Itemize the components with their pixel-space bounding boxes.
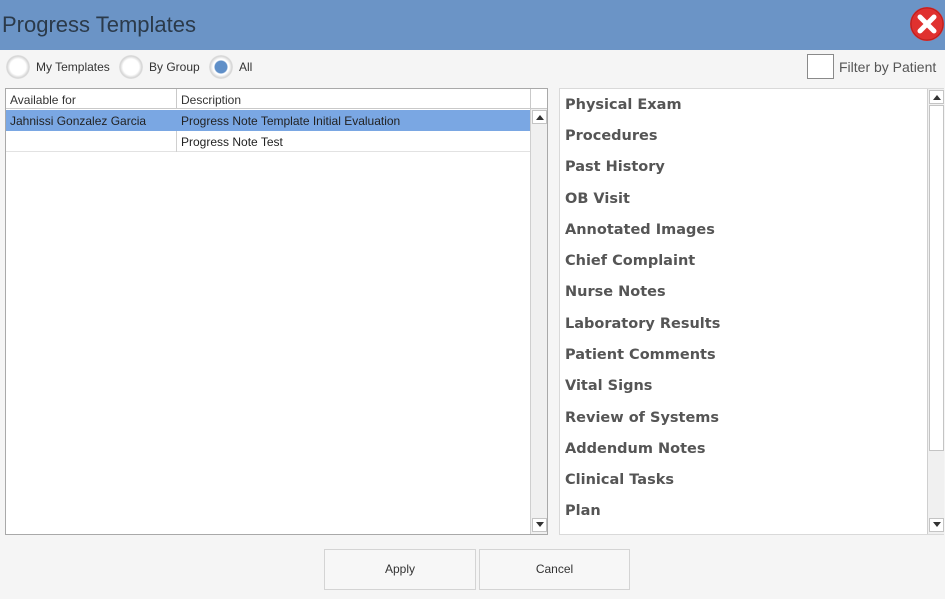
list-item[interactable]: Annotated Images: [565, 222, 715, 238]
list-item[interactable]: Addendum Notes: [565, 441, 706, 457]
close-icon: [910, 7, 944, 41]
header-corner: [530, 89, 547, 109]
column-header-available-for[interactable]: Available for: [6, 89, 177, 109]
list-item[interactable]: Nurse Notes: [565, 284, 666, 300]
cell-available-for: [6, 131, 177, 152]
radio-label: All: [239, 60, 253, 74]
window-title: Progress Templates: [2, 12, 197, 37]
list-item[interactable]: Plan: [565, 503, 601, 519]
radio-circle-checked[interactable]: [209, 55, 233, 79]
scroll-thumb[interactable]: [929, 105, 944, 451]
list-item[interactable]: Patient Comments: [565, 347, 716, 363]
sections-vertical-scrollbar[interactable]: [927, 89, 944, 534]
scroll-down-button[interactable]: [929, 518, 944, 532]
list-item[interactable]: Physical Exam: [565, 97, 682, 113]
cell-description: Progress Note Test: [181, 135, 283, 149]
triangle-down-icon: [536, 522, 544, 527]
cell-description: Progress Note Template Initial Evaluatio…: [181, 114, 401, 128]
list-item[interactable]: OB Visit: [565, 191, 630, 207]
sections-list: Physical Exam Procedures Past History OB…: [559, 88, 944, 535]
triangle-down-icon: [933, 522, 941, 527]
title-bar: Progress Templates: [0, 0, 945, 50]
cancel-button[interactable]: Cancel: [479, 549, 630, 590]
table-vertical-scrollbar[interactable]: [530, 109, 547, 534]
list-item[interactable]: Procedures: [565, 128, 658, 144]
close-button[interactable]: [910, 7, 944, 41]
column-header-description[interactable]: Description: [177, 89, 530, 109]
scroll-up-button[interactable]: [532, 110, 547, 124]
list-item[interactable]: Past History: [565, 159, 665, 175]
radio-label: My Templates: [36, 60, 110, 74]
list-item[interactable]: Chief Complaint: [565, 253, 695, 269]
triangle-up-icon: [933, 95, 941, 100]
radio-circle[interactable]: [119, 55, 143, 79]
table-row[interactable]: Jahnissi Gonzalez Garcia Progress Note T…: [6, 110, 530, 131]
list-item[interactable]: Clinical Tasks: [565, 472, 674, 488]
triangle-up-icon: [536, 115, 544, 120]
list-item[interactable]: Vital Signs: [565, 378, 652, 394]
filter-by-patient-checkbox[interactable]: [807, 54, 834, 79]
table-header: Available for Description: [6, 89, 530, 109]
cell-available-for: Jahnissi Gonzalez Garcia: [6, 110, 177, 131]
templates-table: Available for Description Jahnissi Gonza…: [5, 88, 548, 535]
table-row[interactable]: Progress Note Test: [6, 131, 530, 152]
apply-button[interactable]: Apply: [324, 549, 476, 590]
radio-circle[interactable]: [6, 55, 30, 79]
filter-by-patient-label: Filter by Patient: [839, 59, 937, 75]
list-item[interactable]: Laboratory Results: [565, 316, 720, 332]
scroll-up-button[interactable]: [929, 90, 944, 104]
radio-label: By Group: [149, 60, 200, 74]
list-item[interactable]: Review of Systems: [565, 410, 719, 426]
scroll-down-button[interactable]: [532, 518, 547, 532]
